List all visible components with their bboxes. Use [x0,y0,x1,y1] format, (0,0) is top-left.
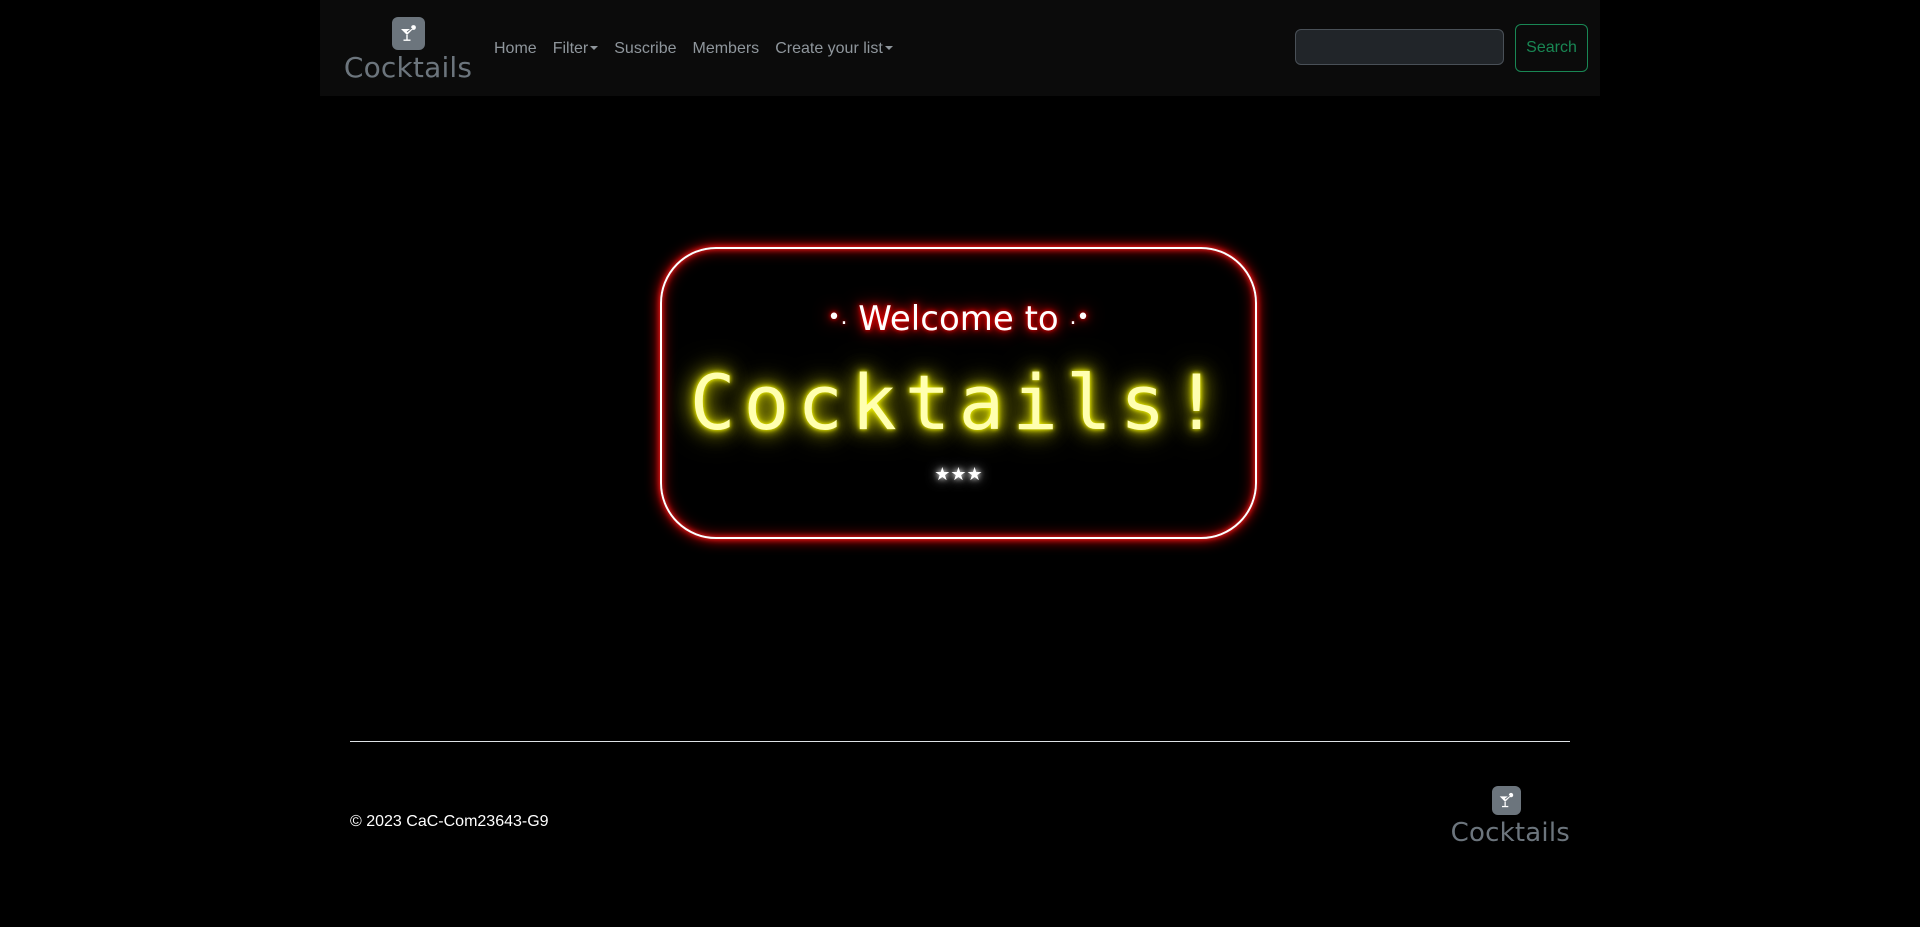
search-button[interactable]: Search [1515,24,1588,72]
nav-members-link[interactable]: Members [685,37,768,61]
nav-filter-label: Filter [552,40,589,57]
nav-create-list-dropdown[interactable]: Create your list [767,37,901,61]
hero-title: Cocktails! [689,358,1228,447]
nav-create-list-label: Create your list [775,40,883,57]
welcome-suffix-dots: .• [1069,305,1090,330]
brand-text: Cocktails [343,51,473,84]
cocktail-glass-icon [391,17,425,50]
nav-suscribe-label: Suscribe [614,40,677,57]
nav-home-link[interactable]: Home [486,37,545,61]
nav-home-label: Home [494,40,537,57]
nav-suscribe-link[interactable]: Suscribe [606,37,684,61]
welcome-neon-sign: •. Welcome to .• Cocktails! ★★★ [660,247,1257,539]
footer-copyright: © 2023 CaC-Com23643-G9 [350,813,549,830]
brand-logo-link[interactable]: Cocktails [341,17,475,85]
navbar: Cocktails Home Filter Suscribe Members C… [320,0,1600,96]
nav-filter-dropdown[interactable]: Filter [545,37,607,61]
nav-links: Home Filter Suscribe Members Create your… [486,37,901,61]
welcome-prefix-dots: •. [827,305,848,330]
footer-brand-logo: Cocktails [1442,786,1570,848]
search-input[interactable] [1295,29,1504,65]
nav-members-label: Members [692,40,760,57]
stars-decoration: ★★★ [934,464,983,484]
cocktail-glass-icon [1491,786,1521,815]
welcome-heading: •. Welcome to .• [662,297,1255,340]
footer-divider [350,741,1570,742]
footer-brand-text: Cocktails [1450,818,1570,848]
chevron-down-icon [590,46,599,50]
welcome-text: Welcome to [858,299,1059,339]
chevron-down-icon [884,46,893,50]
